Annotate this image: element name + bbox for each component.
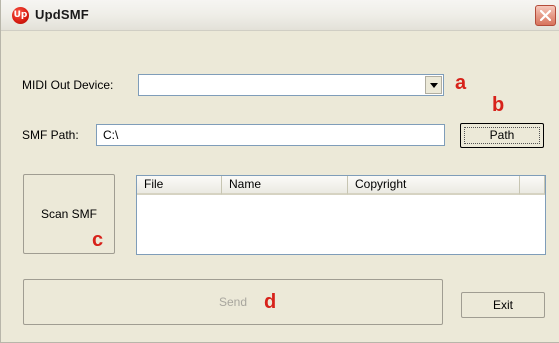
app-logo-icon: Up: [12, 7, 29, 24]
dropdown-button[interactable]: [425, 76, 442, 94]
column-header-copyright[interactable]: Copyright: [348, 176, 520, 195]
annotation-c: c: [92, 229, 104, 251]
column-header-file[interactable]: File: [137, 176, 222, 195]
title-bar[interactable]: Up UpdSMF: [1, 0, 559, 31]
midi-out-device-label: MIDI Out Device:: [22, 78, 114, 92]
annotation-d: d: [264, 291, 277, 313]
app-window: Up UpdSMF MIDI Out Device: a SMF Path: C…: [0, 0, 559, 343]
smf-path-input[interactable]: C:\: [96, 124, 445, 146]
annotation-a: a: [455, 72, 467, 94]
midi-out-device-select[interactable]: [138, 74, 444, 96]
chevron-down-icon: [430, 83, 438, 88]
exit-button[interactable]: Exit: [461, 292, 545, 318]
close-button[interactable]: [535, 5, 556, 26]
smf-file-list[interactable]: File Name Copyright: [136, 175, 546, 255]
annotation-b: b: [492, 94, 505, 116]
smf-path-label: SMF Path:: [22, 128, 79, 142]
close-icon: [540, 10, 551, 21]
exit-button-label: Exit: [492, 298, 513, 312]
send-button[interactable]: Send: [23, 279, 443, 325]
scan-smf-button-label: Scan SMF: [40, 207, 97, 221]
send-button-label: Send: [218, 295, 248, 309]
column-header-name[interactable]: Name: [222, 176, 348, 195]
window-title: UpdSMF: [35, 7, 89, 22]
path-button[interactable]: Path: [460, 123, 544, 148]
focus-rect: [464, 127, 540, 144]
column-header-extra[interactable]: [520, 176, 545, 195]
